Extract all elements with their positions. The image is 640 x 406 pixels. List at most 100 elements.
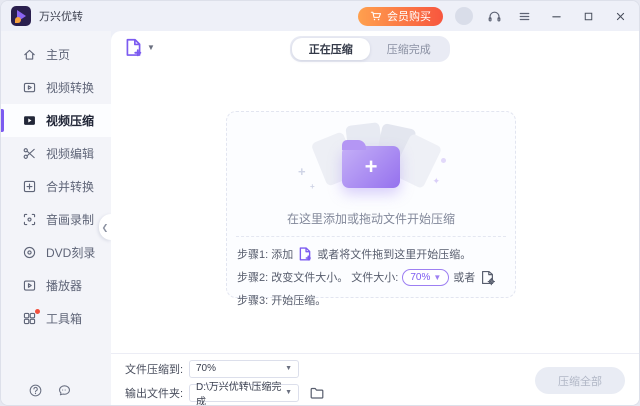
buy-button-label: 会员购买 — [387, 8, 431, 24]
main-toolbar: ▼ 正在压缩 压缩完成 — [111, 31, 639, 63]
step2-suffix: 或者 — [453, 269, 475, 285]
file-gear-icon — [479, 269, 496, 286]
add-file-button[interactable]: ▼ — [123, 37, 155, 58]
steps-instructions: 步骤1: 添加 或者将文件拖到这里开始压缩。 步骤2: 改变文件大小。 文件大小… — [227, 237, 515, 309]
maximize-icon — [582, 10, 595, 23]
step1-suffix: 或者将文件拖到这里开始压缩。 — [317, 246, 471, 262]
chevron-down-icon: ▼ — [285, 365, 292, 372]
app-title: 万兴优转 — [39, 8, 83, 24]
sidebar-item-label: 音画录制 — [46, 211, 94, 228]
folder-illustration: + + ✦ + — [296, 124, 446, 204]
sidebar-item-label: 视频编辑 — [46, 145, 94, 162]
output-folder-value: D:\万兴优转\压缩完成 — [196, 378, 285, 406]
scissors-icon — [22, 146, 37, 161]
chevron-down-icon: ▼ — [433, 273, 441, 282]
window-body: 主页 视频转换 视频压缩 视频编辑 合并转换 音画录制 — [1, 31, 639, 406]
sparkle-decoration: + — [310, 182, 315, 191]
feedback-button[interactable] — [56, 382, 72, 398]
menu-icon — [517, 9, 532, 24]
sidebar-item-player[interactable]: 播放器 — [1, 269, 111, 302]
membership-buy-button[interactable]: 会员购买 — [358, 7, 443, 26]
sidebar-item-label: 合并转换 — [46, 178, 94, 195]
minimize-button[interactable] — [547, 7, 565, 25]
sidebar-item-dvd-burn[interactable]: DVD刻录 — [1, 236, 111, 269]
sidebar-item-label: 视频转换 — [46, 79, 94, 96]
help-button[interactable] — [27, 382, 43, 398]
step-3: 步骤3: 开始压缩。 — [237, 291, 505, 309]
step2-prefix: 步骤2: 改变文件大小。 文件大小: — [237, 269, 398, 285]
sparkle-decoration: + — [298, 164, 306, 179]
footer-controls: 文件压缩到: 70% ▼ 输出文件夹: D:\万兴优转\压缩完成 ▼ — [125, 360, 327, 402]
main-menu-button[interactable] — [515, 7, 533, 25]
file-drop-zone[interactable]: + + ✦ + 在这里添加或拖动文件开始压缩 步骤1: 添加 或者将文件拖到这里… — [226, 111, 516, 298]
app-window: 万兴优转 会员购买 — [0, 0, 640, 406]
sidebar: 主页 视频转换 视频压缩 视频编辑 合并转换 音画录制 — [1, 31, 111, 406]
sidebar-footer — [27, 382, 72, 398]
titlebar-actions: 会员购买 — [358, 7, 629, 26]
output-folder-row: 输出文件夹: D:\万兴优转\压缩完成 ▼ — [125, 384, 327, 402]
sidebar-item-video-edit[interactable]: 视频编辑 — [1, 137, 111, 170]
sidebar-item-label: 主页 — [46, 46, 70, 63]
sidebar-item-merge-convert[interactable]: 合并转换 — [1, 170, 111, 203]
feedback-icon — [57, 383, 72, 398]
tab-compressing[interactable]: 正在压缩 — [292, 38, 370, 60]
compress-to-select[interactable]: 70% ▼ — [189, 360, 299, 378]
cart-icon — [370, 10, 382, 22]
add-folder-icon: + — [342, 146, 400, 188]
new-badge-dot — [35, 309, 40, 314]
footer-bar: 文件压缩到: 70% ▼ 输出文件夹: D:\万兴优转\压缩完成 ▼ — [111, 353, 639, 406]
titlebar: 万兴优转 会员购买 — [1, 1, 639, 31]
output-folder-label: 输出文件夹: — [125, 385, 189, 401]
compress-to-value: 70% — [196, 363, 216, 374]
chevron-down-icon: ▼ — [285, 389, 292, 396]
sidebar-item-home[interactable]: 主页 — [1, 38, 111, 71]
home-icon — [22, 47, 37, 62]
sparkle-decoration: ✦ — [432, 176, 440, 187]
user-icon — [455, 7, 473, 25]
folder-icon — [309, 385, 325, 401]
minimize-icon — [550, 10, 563, 23]
step3-text: 步骤3: 开始压缩。 — [237, 292, 326, 308]
toolbox-icon-wrap — [22, 311, 37, 326]
support-headset-button[interactable] — [485, 7, 503, 25]
sidebar-item-label: DVD刻录 — [46, 244, 95, 261]
main-panel: ▼ 正在压缩 压缩完成 + + ✦ — [111, 31, 639, 406]
compress-tabs: 正在压缩 压缩完成 — [290, 36, 450, 62]
add-file-icon — [297, 246, 313, 262]
sidebar-item-label: 工具箱 — [46, 310, 82, 327]
file-size-dropdown[interactable]: 70% ▼ — [402, 269, 449, 286]
open-folder-button[interactable] — [309, 384, 327, 402]
file-size-value: 70% — [410, 272, 430, 283]
step1-prefix: 步骤1: 添加 — [237, 246, 293, 262]
video-convert-icon — [22, 80, 37, 95]
dropzone-hint: 在这里添加或拖动文件开始压缩 — [227, 210, 515, 227]
help-icon — [28, 383, 43, 398]
step-1: 步骤1: 添加 或者将文件拖到这里开始压缩。 — [237, 245, 505, 263]
disc-icon — [22, 245, 37, 260]
chevron-down-icon: ▼ — [147, 43, 155, 52]
compress-all-button[interactable]: 压缩全部 — [535, 367, 625, 394]
plus-icon: + — [342, 146, 400, 188]
logo-flame-shape — [15, 17, 21, 23]
size-settings-button[interactable] — [479, 269, 496, 286]
player-icon — [22, 278, 37, 293]
close-icon — [614, 10, 627, 23]
step-2: 步骤2: 改变文件大小。 文件大小: 70% ▼ 或者 — [237, 268, 505, 286]
output-folder-select[interactable]: D:\万兴优转\压缩完成 ▼ — [189, 384, 299, 402]
maximize-button[interactable] — [579, 7, 597, 25]
close-button[interactable] — [611, 7, 629, 25]
sidebar-item-video-convert[interactable]: 视频转换 — [1, 71, 111, 104]
tab-completed[interactable]: 压缩完成 — [370, 38, 448, 60]
sidebar-item-video-compress[interactable]: 视频压缩 — [1, 104, 111, 137]
compress-to-label: 文件压缩到: — [125, 361, 189, 377]
account-avatar[interactable] — [455, 7, 473, 25]
sidebar-item-toolbox[interactable]: 工具箱 — [1, 302, 111, 335]
record-icon — [22, 212, 37, 227]
sidebar-item-label: 视频压缩 — [46, 112, 94, 129]
merge-icon — [22, 179, 37, 194]
compress-to-row: 文件压缩到: 70% ▼ — [125, 360, 327, 378]
sparkle-decoration — [441, 158, 446, 163]
sidebar-item-record[interactable]: 音画录制 — [1, 203, 111, 236]
add-file-icon — [123, 37, 144, 58]
sidebar-item-label: 播放器 — [46, 277, 82, 294]
